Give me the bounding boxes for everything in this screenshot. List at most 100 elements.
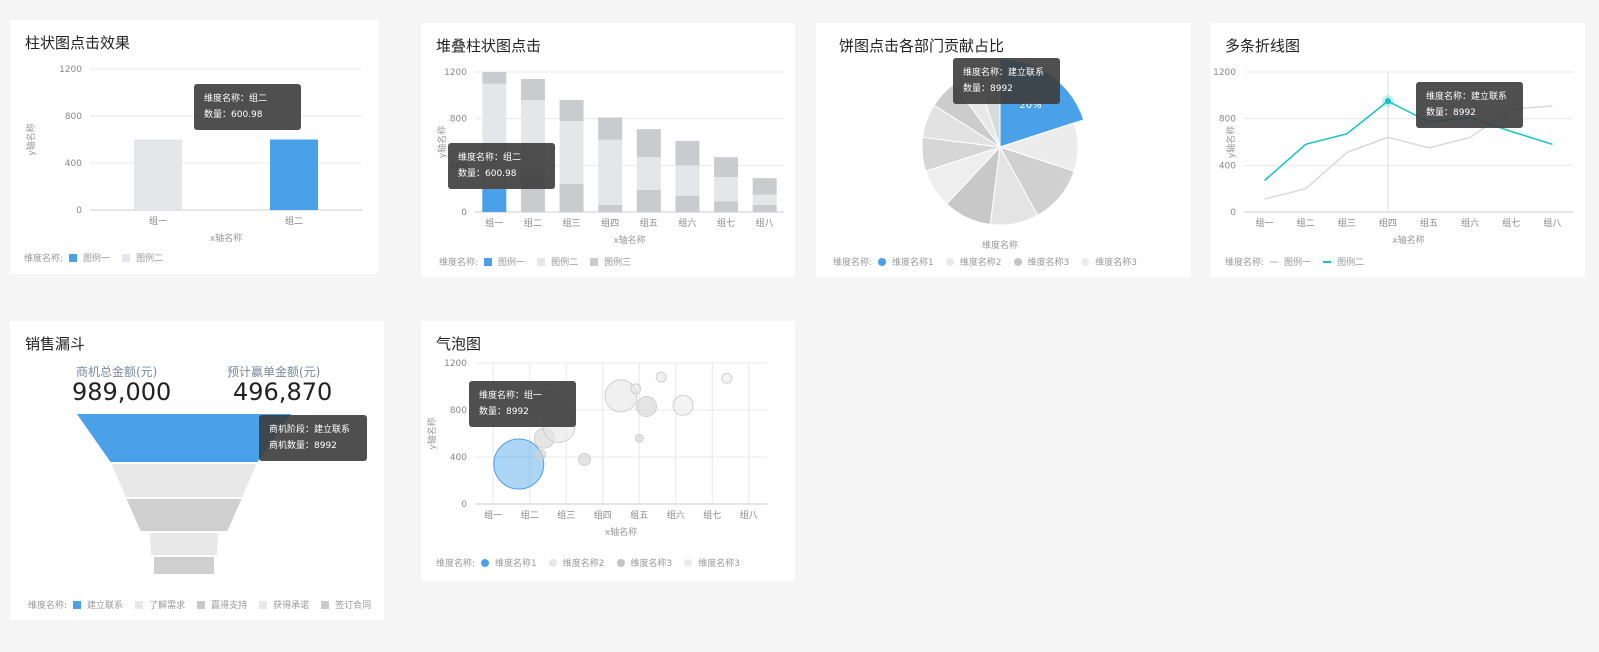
bubble — [535, 449, 547, 461]
funnel-chart[interactable] — [10, 321, 384, 620]
chart-tooltip: 商机阶段：建立联系 商机数量：8992 — [259, 415, 367, 461]
tooltip-line: 维度名称：建立联系 — [963, 68, 1045, 78]
y-axis-title: y轴名称 — [426, 417, 438, 449]
legend-item[interactable]: 图例三 — [590, 255, 631, 268]
legend-label: 图例一 — [83, 254, 111, 264]
y-tick-label: 800 — [65, 112, 82, 122]
legend-label: 获得承诺 — [273, 601, 310, 611]
legend-label: 维度名称2 — [959, 258, 1002, 268]
x-tick-label: 组六 — [678, 217, 696, 229]
x-tick-label: 组八 — [756, 217, 774, 229]
y-tick-label: 800 — [450, 406, 467, 416]
legend-prefix: 维度名称: — [436, 559, 476, 569]
x-axis-title: x轴名称 — [605, 526, 637, 538]
legend-swatch — [484, 257, 493, 266]
funnel-stage — [147, 531, 221, 557]
legend-swatch — [878, 257, 887, 266]
legend-label: 图例一 — [1284, 258, 1312, 268]
legend-swatch — [590, 257, 599, 266]
legend-item[interactable]: 维度名称2 — [548, 556, 605, 569]
x-tick-label: 组一 — [1256, 217, 1274, 229]
legend-swatch — [73, 600, 82, 609]
legend-label: 图例三 — [604, 258, 632, 268]
y-tick-label: 400 — [65, 159, 82, 169]
legend-item[interactable]: 获得承诺 — [259, 598, 309, 611]
stacked-bar-chart-card: 堆叠柱状图点击 04008001200组一组二组三组四组五组六组七组八x轴名称y… — [421, 23, 795, 277]
x-tick-label: 组七 — [717, 217, 735, 229]
x-tick-label: 组四 — [594, 509, 612, 521]
legend-swatch — [321, 600, 330, 609]
legend-item[interactable]: 建立联系 — [73, 598, 123, 611]
chart-legend: 维度名称: 维度名称1 维度名称2 维度名称3 维度名称3 — [436, 556, 752, 569]
legend-item[interactable]: 签订合同 — [321, 598, 371, 611]
stacked-bar-segment — [636, 129, 661, 158]
legend-item[interactable]: 图例二 — [122, 251, 163, 264]
x-tick-label: 组三 — [1338, 217, 1356, 229]
bubble-chart[interactable]: 0 400 800 1200 组一 组二 组三 组四 组五 组六 组七 组八 x轴名称 y轴名称 — [421, 321, 795, 581]
tooltip-line: 数量：8992 — [963, 84, 1013, 94]
stacked-bar-segment — [752, 205, 777, 212]
stacked-bar-segment — [636, 189, 661, 212]
legend-label: 图例二 — [1337, 258, 1365, 268]
legend-item[interactable]: 图例一 — [484, 255, 525, 268]
stacked-bar-segment — [675, 165, 700, 196]
tooltip-line: 维度名称：组一 — [479, 391, 543, 401]
x-tick-label: 组四 — [1379, 217, 1397, 229]
legend-item[interactable]: 赢得支持 — [197, 598, 247, 611]
bar-chart[interactable]: 0 400 800 1200 组一 组二 x轴名称 y轴名称 — [10, 20, 378, 274]
y-tick-label: 0 — [76, 206, 82, 216]
funnel-chart-card: 销售漏斗 商机总金额(元) 989,000 预计赢单金额(元) 496,870 … — [10, 321, 384, 620]
legend-swatch — [197, 600, 206, 609]
legend-swatch — [122, 253, 131, 262]
tooltip-line: 数量：600.98 — [204, 110, 263, 120]
stacked-bar-segment — [482, 188, 507, 212]
legend-item[interactable]: 图例二 — [1323, 255, 1364, 268]
legend-label: 图例一 — [498, 258, 526, 268]
legend-label: 签订合同 — [335, 601, 372, 611]
legend-item[interactable]: 维度名称2 — [945, 255, 1002, 268]
legend-item[interactable]: 维度名称3 — [1081, 255, 1137, 268]
legend-item[interactable]: 维度名称3 — [1013, 255, 1069, 268]
x-tick-label: 组六 — [667, 509, 685, 521]
chart-tooltip: 维度名称：组二 数量：600.98 — [194, 84, 301, 130]
line-chart-card: 多条折线图 0 400 800 1200 组一 组二 组三 组四 组五 组六 组七 组八 x轴名称 y轴名… — [1210, 23, 1585, 277]
stacked-bar-segment — [714, 177, 739, 202]
legend-item[interactable]: 维度名称1 — [878, 255, 934, 268]
stacked-bar-segment — [598, 117, 623, 140]
y-tick-label: 1200 — [444, 359, 467, 369]
funnel-stage — [152, 555, 216, 576]
tooltip-line: 数量：8992 — [479, 407, 529, 417]
stacked-bar-segment — [559, 184, 584, 212]
x-tick-label: 组八 — [1543, 217, 1561, 229]
legend-prefix: 维度名称: — [28, 601, 68, 611]
legend-prefix: 维度名称: — [833, 258, 873, 268]
legend-swatch — [481, 558, 490, 567]
y-axis-title: y轴名称 — [1225, 126, 1237, 158]
x-tick-label: 组三 — [563, 217, 581, 229]
pie-chart-card: 饼图点击各部门贡献占比 20% 维度名称 维度名称: 维度名称1 维度名称2 维度… — [816, 23, 1191, 277]
legend-label: 图例二 — [551, 258, 579, 268]
funnel-stage — [123, 497, 245, 533]
legend-swatch — [945, 257, 954, 266]
line-chart[interactable]: 0 400 800 1200 组一 组二 组三 组四 组五 组六 组七 组八 x轴名称 y轴名称 — [1210, 23, 1585, 277]
legend-swatch — [135, 600, 144, 609]
legend-item[interactable]: 图例一 — [1270, 255, 1311, 268]
legend-item[interactable]: 维度名称3 — [616, 556, 672, 569]
legend-item[interactable]: 图例二 — [537, 255, 578, 268]
stacked-bar-segment — [636, 157, 661, 190]
legend-swatch — [1323, 260, 1332, 263]
legend-swatch — [1270, 260, 1279, 263]
stacked-bar-segment — [675, 195, 700, 212]
x-tick-label: 组七 — [1502, 217, 1520, 229]
bubble-chart-card: 气泡图 0 400 800 1200 组一 组二 组三 组四 组五 组六 组七 组八 x轴名称 y轴名称 … — [421, 321, 795, 581]
y-axis-title: y轴名称 — [436, 126, 448, 158]
chart-legend: 维度名称: 维度名称1 维度名称2 维度名称3 维度名称3 — [833, 255, 1149, 268]
legend-item[interactable]: 维度名称3 — [684, 556, 740, 569]
legend-item[interactable]: 维度名称1 — [481, 556, 537, 569]
y-tick-label: 800 — [1219, 115, 1236, 125]
stacked-bar-segment — [598, 205, 623, 212]
legend-label: 了解需求 — [149, 601, 186, 611]
legend-label: 维度名称2 — [562, 559, 605, 569]
legend-item[interactable]: 图例一 — [69, 251, 110, 264]
legend-item[interactable]: 了解需求 — [135, 598, 185, 611]
